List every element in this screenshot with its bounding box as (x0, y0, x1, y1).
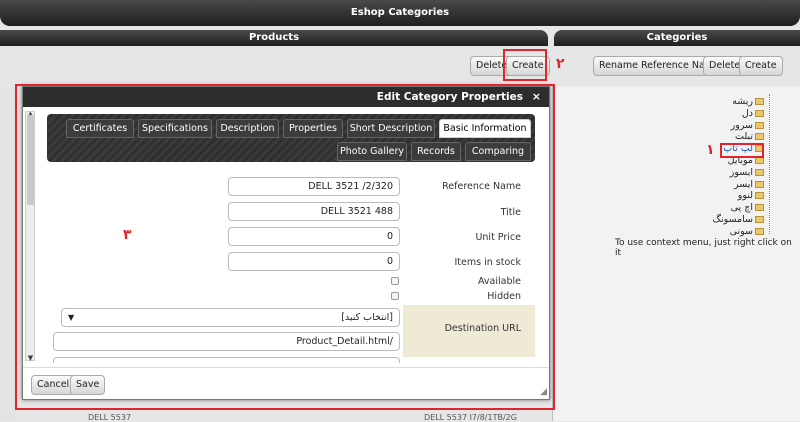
folder-icon (755, 168, 764, 176)
products-create-button[interactable]: Create (506, 56, 550, 76)
tree-item[interactable]: سرور (731, 120, 764, 132)
save-button[interactable]: Save (70, 375, 106, 395)
folder-icon (755, 133, 764, 141)
dialog-footer: Cancel Save ◢ (23, 367, 549, 399)
title-input[interactable]: DELL 3521 488 (228, 202, 400, 221)
available-label: Available (477, 276, 521, 287)
tree-item-label: سونی (729, 225, 753, 237)
next-field-input[interactable] (53, 357, 400, 363)
tree-item[interactable]: تبلت (735, 131, 764, 143)
tree-item[interactable]: ریشه (732, 96, 764, 108)
categories-create-button[interactable]: Create (739, 56, 783, 76)
destination-select[interactable]: [انتخاب کنید] ▼ (61, 308, 400, 327)
tree-item-label: ایسر (734, 178, 753, 190)
context-menu-hint: To use context menu, just right click on… (615, 238, 792, 258)
folder-icon (755, 227, 764, 235)
tree-item-label: ریشه (732, 96, 753, 107)
tree-item-label: تبلت (735, 131, 753, 143)
products-panel-header: Products (0, 30, 548, 46)
tree-item[interactable]: موبایل (728, 155, 764, 167)
hidden-label: Hidden (487, 291, 521, 302)
categories-title: Categories (646, 32, 708, 43)
app-title: Eshop Categories (350, 7, 450, 18)
tab-comparing[interactable]: Comparing (465, 142, 531, 161)
tab-records[interactable]: Records (411, 142, 461, 161)
dialog-scrollbar[interactable]: ▲ ▼ (25, 110, 35, 362)
items-in-stock-label: Items in stock (454, 257, 522, 268)
tree-item-label: سامسونگ (712, 214, 753, 225)
scroll-down-icon[interactable]: ▼ (26, 354, 35, 362)
unit-price-label: Unit Price (475, 232, 521, 243)
unit-price-input[interactable]: 0 (228, 227, 400, 246)
annotation-2: ۲ (556, 56, 565, 72)
folder-icon (755, 121, 764, 129)
tree-item[interactable]: ایسر (734, 179, 764, 191)
destination-url-label: Destination URL (444, 323, 521, 334)
tree-item-label: دل (741, 107, 753, 119)
annotation-3: ۳ (123, 227, 132, 243)
categories-panel-header: Categories (554, 30, 800, 46)
reference-name-label: Reference Name (442, 181, 521, 192)
tab-photo-gallery[interactable]: Photo Gallery (337, 142, 407, 161)
tree-item-label: سرور (730, 119, 753, 131)
tree-item[interactable]: لپ تاپ (723, 143, 764, 155)
category-tree-panel: ریشه دل سرور تبلت لپ تاپ موبایل ایسوز ایسر لنوو ا… (552, 86, 800, 421)
tree-item-label: موبایل (727, 155, 753, 166)
folder-icon (755, 192, 764, 200)
items-in-stock-input[interactable]: 0 (228, 252, 400, 271)
tab-properties[interactable]: Properties (283, 119, 343, 138)
tree-item[interactable]: لنوو (738, 190, 764, 202)
folder-icon (755, 145, 764, 153)
folder-icon (755, 204, 764, 212)
products-title: Products (248, 32, 300, 43)
chevron-down-icon: ▼ (68, 313, 75, 322)
edit-category-dialog: Edit Category Properties × ▲ ▼ Basic Inf… (22, 86, 550, 400)
tree-item[interactable]: سونی (730, 226, 764, 238)
annotation-1: ۱ (706, 142, 715, 158)
folder-icon (755, 109, 764, 117)
tab-short-description[interactable]: Short Description (347, 119, 435, 138)
tree-item[interactable]: دل (742, 108, 764, 120)
tree-item-label: لنوو (737, 190, 753, 202)
destination-select-value: [انتخاب کنید] (341, 312, 393, 323)
tab-specifications[interactable]: Specifications (138, 119, 212, 138)
reference-name-input[interactable]: DELL 3521 /2/320 (228, 177, 400, 196)
tab-description[interactable]: Description (216, 119, 279, 138)
title-label: Title (500, 207, 521, 218)
folder-icon (755, 98, 764, 105)
tree-item[interactable]: ایسوز (730, 167, 764, 179)
folder-icon (755, 216, 764, 223)
tab-certificates[interactable]: Certificates (66, 119, 134, 138)
resize-grip-icon[interactable]: ◢ (540, 387, 547, 397)
hidden-checkbox[interactable] (391, 292, 399, 300)
tree-item-label: لپ تاپ (723, 143, 753, 155)
app-title-bar: Eshop Categories (0, 0, 800, 26)
close-icon[interactable]: × (532, 90, 541, 103)
tab-strip: Basic Information Short Description Proper… (47, 114, 535, 162)
tab-basic-information[interactable]: Basic Information (439, 119, 531, 138)
tree-item[interactable]: اچ پی (731, 202, 764, 214)
tree-item-label: ایسوز (729, 166, 753, 178)
dialog-title: Edit Category Properties (23, 87, 549, 107)
products-grid (0, 88, 18, 421)
cancel-button[interactable]: Cancel (31, 375, 76, 395)
scroll-thumb[interactable] (27, 115, 34, 205)
folder-icon (755, 180, 764, 188)
tree-item[interactable]: سامسونگ (713, 214, 764, 226)
available-checkbox[interactable] (391, 277, 399, 285)
tree-connector (769, 94, 770, 234)
destination-url-input[interactable]: Product_Detail.html/ (53, 332, 400, 351)
tree-item-label: اچ پی (730, 202, 753, 214)
folder-icon (755, 157, 764, 164)
